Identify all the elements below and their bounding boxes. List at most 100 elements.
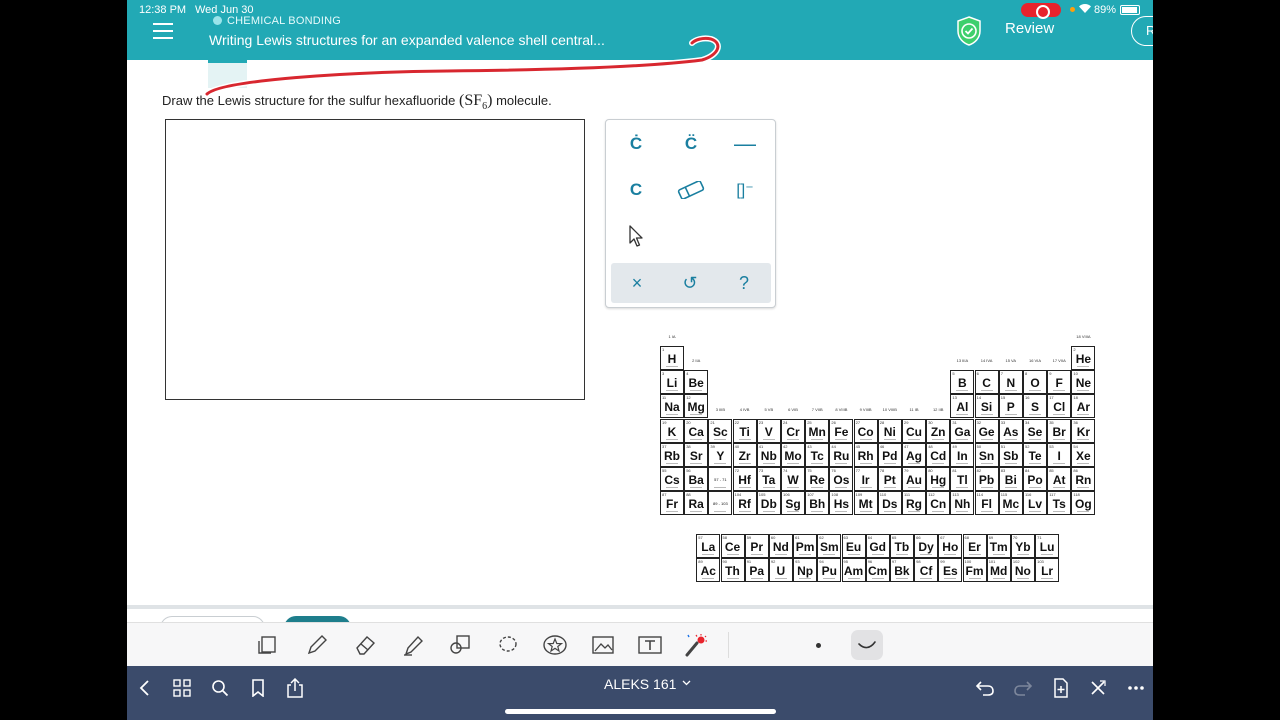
pen-icon[interactable] bbox=[303, 631, 331, 659]
element-co[interactable]: 27 Co bbox=[853, 418, 878, 443]
element-bk[interactable]: 97 Bk bbox=[889, 558, 914, 583]
close-pen-icon[interactable] bbox=[1085, 675, 1111, 701]
grid-icon[interactable] bbox=[169, 675, 195, 701]
element-fm[interactable]: 100 Fm bbox=[962, 558, 987, 583]
element-bi[interactable]: 83 Bi bbox=[998, 467, 1023, 491]
more-icon[interactable] bbox=[1123, 675, 1149, 701]
element-sb[interactable]: 51 Sb bbox=[998, 442, 1023, 467]
sticker-icon[interactable] bbox=[541, 631, 569, 659]
element-range[interactable]: 89 - 103 bbox=[708, 491, 733, 516]
undo-icon[interactable] bbox=[972, 675, 998, 701]
undo-icon[interactable]: ↺ bbox=[670, 267, 710, 299]
element-hf[interactable]: 72 Hf bbox=[732, 467, 757, 491]
element-xe[interactable]: 54 Xe bbox=[1071, 442, 1096, 467]
redo-icon[interactable] bbox=[1010, 675, 1036, 701]
element-h[interactable]: 1H bbox=[660, 346, 684, 370]
element-ti[interactable]: 22 Ti bbox=[732, 418, 757, 443]
element-au[interactable]: 79 Au bbox=[902, 467, 926, 491]
help-icon[interactable]: ? bbox=[724, 267, 764, 299]
element-pd[interactable]: 46 Pd bbox=[877, 442, 902, 467]
element-bh[interactable]: 107 Bh bbox=[805, 491, 830, 516]
bookmark-icon[interactable] bbox=[245, 675, 271, 701]
element-te[interactable]: 52 Te bbox=[1023, 442, 1047, 467]
bracket-charge-icon[interactable]: []⁻ bbox=[725, 172, 765, 208]
element-pt[interactable]: 78 Pt bbox=[877, 467, 902, 491]
element-in[interactable]: 49 In bbox=[950, 442, 975, 467]
element-v[interactable]: 23 V bbox=[756, 418, 781, 443]
element-ni[interactable]: 28 Ni bbox=[877, 418, 902, 443]
element-ar[interactable]: 18 Ar bbox=[1071, 394, 1096, 419]
element-hs[interactable]: 108 Hs bbox=[829, 491, 854, 516]
element-es[interactable]: 99 Es bbox=[938, 558, 963, 583]
element-ir[interactable]: 77 Ir bbox=[853, 467, 878, 491]
element-pu[interactable]: 94 Pu bbox=[817, 558, 842, 583]
element-lu[interactable]: 71 Lu bbox=[1035, 534, 1060, 558]
element-mg[interactable]: 12 Mg bbox=[684, 394, 709, 419]
element-na[interactable]: 11 Na bbox=[660, 394, 684, 419]
lasso-icon[interactable] bbox=[494, 631, 522, 659]
share-icon[interactable] bbox=[282, 675, 308, 701]
shapes-icon[interactable] bbox=[447, 631, 475, 659]
element-fl[interactable]: 114 Fl bbox=[974, 491, 999, 516]
element-mo[interactable]: 42 Mo bbox=[781, 442, 805, 467]
element-b[interactable]: 5B bbox=[950, 370, 975, 395]
element-zn[interactable]: 30 Zn bbox=[926, 418, 951, 443]
element-ru[interactable]: 44 Ru bbox=[829, 442, 854, 467]
bond-line-icon[interactable]: — bbox=[725, 126, 765, 162]
element-eu[interactable]: 63 Eu bbox=[841, 534, 866, 558]
element-nd[interactable]: 60 Nd bbox=[768, 534, 793, 558]
element-hg[interactable]: 80 Hg bbox=[926, 467, 951, 491]
scan-icon[interactable] bbox=[254, 631, 282, 659]
dot-size-icon[interactable] bbox=[816, 643, 821, 648]
add-page-icon[interactable] bbox=[1048, 675, 1074, 701]
review-button[interactable]: Review bbox=[1005, 20, 1054, 37]
element-ge[interactable]: 32 Ge bbox=[974, 418, 999, 443]
element-rh[interactable]: 45 Rh bbox=[853, 442, 878, 467]
element-lr[interactable]: 103 Lr bbox=[1035, 558, 1060, 583]
element-fr[interactable]: 87 Fr bbox=[660, 491, 684, 516]
right-header-button[interactable]: R bbox=[1131, 16, 1153, 46]
element-w[interactable]: 74 W bbox=[781, 467, 805, 491]
element-cd[interactable]: 48 Cd bbox=[926, 442, 951, 467]
element-cu[interactable]: 29 Cu bbox=[902, 418, 926, 443]
element-ta[interactable]: 73 Ta bbox=[756, 467, 781, 491]
element-ce[interactable]: 58 Ce bbox=[720, 534, 745, 558]
element-tc[interactable]: 43 Tc bbox=[805, 442, 830, 467]
element-os[interactable]: 76 Os bbox=[829, 467, 854, 491]
element-dy[interactable]: 66 Dy bbox=[914, 534, 939, 558]
element-nb[interactable]: 41 Nb bbox=[756, 442, 781, 467]
element-db[interactable]: 105 Db bbox=[756, 491, 781, 516]
element-ca[interactable]: 20 Ca bbox=[684, 418, 709, 443]
element-er[interactable]: 68 Er bbox=[962, 534, 987, 558]
element-n[interactable]: 7N bbox=[998, 370, 1023, 395]
element-rf[interactable]: 104 Rf bbox=[732, 491, 757, 516]
home-indicator[interactable] bbox=[505, 709, 776, 714]
element-tm[interactable]: 69 Tm bbox=[986, 534, 1011, 558]
element-no[interactable]: 102 No bbox=[1010, 558, 1035, 583]
element-li[interactable]: 3 Li bbox=[660, 370, 684, 395]
highlighter-icon[interactable] bbox=[399, 631, 427, 659]
single-dot-atom-icon[interactable]: Ċ bbox=[616, 126, 656, 162]
element-tl[interactable]: 81 Tl bbox=[950, 467, 975, 491]
search-icon[interactable] bbox=[207, 675, 233, 701]
element-zr[interactable]: 40 Zr bbox=[732, 442, 757, 467]
element-cl[interactable]: 17 Cl bbox=[1047, 394, 1072, 419]
back-icon[interactable] bbox=[131, 675, 157, 701]
eraser-tool-icon[interactable] bbox=[351, 631, 379, 659]
element-mc[interactable]: 115 Mc bbox=[998, 491, 1023, 516]
stroke-style-icon[interactable] bbox=[851, 630, 883, 660]
element-fe[interactable]: 26 Fe bbox=[829, 418, 854, 443]
element-br[interactable]: 35 Br bbox=[1047, 418, 1072, 443]
lone-pair-atom-icon[interactable]: C̈ bbox=[671, 126, 711, 162]
element-rb[interactable]: 37 Rb bbox=[660, 442, 684, 467]
element-al[interactable]: 13 Al bbox=[950, 394, 975, 419]
element-cf[interactable]: 98 Cf bbox=[914, 558, 939, 583]
element-rn[interactable]: 86 Rn bbox=[1071, 467, 1096, 491]
element-ag[interactable]: 47 Ag bbox=[902, 442, 926, 467]
element-u[interactable]: 92 U bbox=[768, 558, 793, 583]
element-s[interactable]: 16 S bbox=[1023, 394, 1047, 419]
element-range[interactable]: 57 - 71 bbox=[708, 467, 733, 491]
element-at[interactable]: 85 At bbox=[1047, 467, 1072, 491]
element-kr[interactable]: 36 Kr bbox=[1071, 418, 1096, 443]
shield-check-icon[interactable] bbox=[956, 16, 982, 46]
